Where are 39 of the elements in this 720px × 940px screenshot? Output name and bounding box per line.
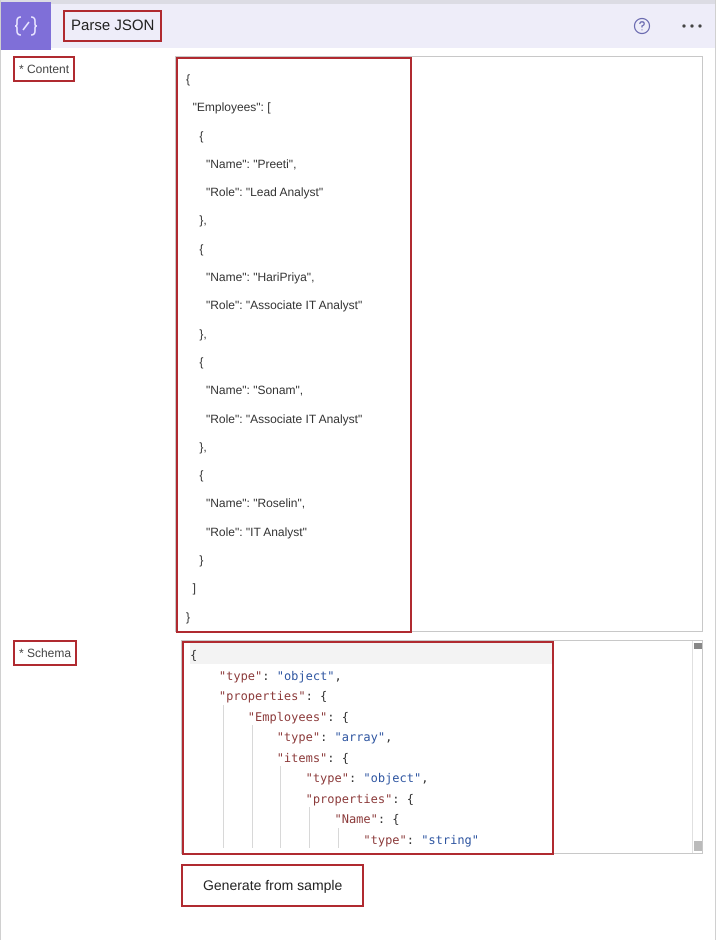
content-line: "Role": "Associate IT Analyst" — [205, 410, 362, 428]
content-line: { — [198, 467, 204, 484]
code-line: "items": { — [276, 750, 349, 764]
content-line: }, — [198, 212, 207, 230]
content-line: } — [198, 552, 204, 570]
code-line: "type": "object", — [218, 668, 342, 682]
content-line: } — [186, 608, 190, 626]
content-line: "Name": "Preeti", — [205, 156, 296, 173]
scrollbar[interactable] — [692, 641, 702, 853]
content-line: "Role": "IT Analyst" — [205, 524, 307, 541]
field-label: * Schema — [13, 640, 78, 666]
help-icon[interactable] — [633, 17, 651, 35]
code-line: { — [190, 648, 198, 662]
content-line: { — [198, 354, 204, 371]
generate-from-sample-button[interactable]: Generate from sample — [181, 864, 364, 907]
content-line: "Employees": [ — [192, 99, 271, 116]
content-line: }, — [198, 326, 207, 343]
code-line: "type": "string" — [362, 832, 479, 846]
content-line: { — [186, 71, 190, 88]
content-line: ] — [192, 580, 196, 598]
action-title[interactable]: Parse JSON — [63, 10, 162, 42]
schema-editor[interactable]: { "type": "object", "properties": { "Employees": { "type": "array", "items": { "type": "object", "properties": { "Name": { "type": "string" — [181, 640, 703, 854]
content-line: "Name": "Roselin", — [205, 495, 306, 512]
content-line: }, — [198, 438, 207, 456]
content-line: "Name": "Sonam", — [205, 382, 304, 400]
content-field[interactable] — [175, 56, 703, 632]
code-line: "properties": { — [304, 792, 414, 806]
content-line: "Role": "Lead Analyst" — [205, 184, 324, 202]
code-line: "properties": { — [218, 689, 328, 703]
content-line: { — [198, 128, 204, 145]
field-label: * Content — [13, 56, 76, 82]
content-line: { — [198, 240, 204, 258]
code-line: "Employees": { — [246, 710, 349, 724]
more-options-icon[interactable] — [681, 23, 703, 29]
content-line: "Name": "HariPriya", — [205, 269, 314, 286]
content-line: "Role": "Associate IT Analyst" — [205, 297, 362, 314]
code-line: "type": "array", — [276, 730, 392, 744]
code-line: "type": "object", — [304, 771, 428, 785]
code-line: "Name": { — [334, 812, 400, 826]
